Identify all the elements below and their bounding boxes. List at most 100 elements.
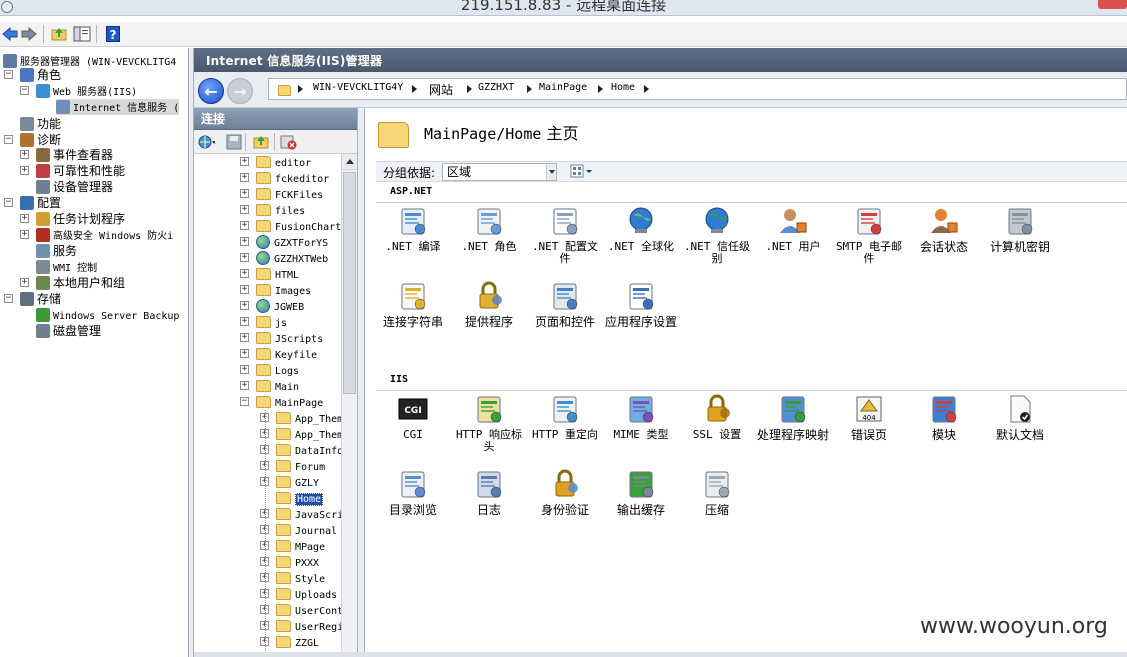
connection-item[interactable]: Journal <box>276 522 337 538</box>
tree-expander[interactable]: + <box>20 278 29 287</box>
pane-splitter[interactable] <box>357 108 365 657</box>
tree-expander[interactable]: + <box>240 269 249 278</box>
tree-expander[interactable]: + <box>240 301 249 310</box>
tree-expander[interactable]: + <box>240 157 249 166</box>
connection-item[interactable]: js <box>256 314 287 330</box>
tree-expander[interactable]: + <box>20 166 29 175</box>
connection-item[interactable]: GZLY <box>276 474 319 490</box>
connection-item[interactable]: App_Them <box>276 410 343 426</box>
tree-expander[interactable]: − <box>240 397 249 406</box>
forward-button[interactable]: → <box>227 78 253 104</box>
feature-logging[interactable]: 日志 <box>451 468 527 516</box>
connection-item[interactable]: fckeditor <box>256 170 329 186</box>
tree-expander[interactable]: − <box>4 294 13 303</box>
feature-dotnet-globalization[interactable]: .NET 全球化 <box>603 205 679 253</box>
tree-expander[interactable]: + <box>20 230 29 239</box>
breadcrumb-item[interactable]: WIN-VEVCKLITG4Y <box>313 82 403 93</box>
connection-item[interactable]: JGWEB <box>256 298 304 314</box>
connection-item[interactable]: MainPage <box>256 394 323 410</box>
connection-item[interactable]: FusionChart <box>256 218 341 234</box>
connection-item[interactable]: UserCont <box>276 602 343 618</box>
connection-item[interactable]: files <box>256 202 305 218</box>
connection-item[interactable]: ZZGL <box>276 634 319 650</box>
feature-authentication[interactable]: 身份验证 <box>527 468 603 516</box>
tree-item[interactable]: Internet 信息服务 ( <box>56 99 180 115</box>
feature-app-settings[interactable]: 应用程序设置 <box>603 280 679 328</box>
feature-dotnet-compile[interactable]: .NET 编译 <box>375 205 451 253</box>
tree-expander[interactable]: − <box>4 70 13 79</box>
tree-expander[interactable]: + <box>240 285 249 294</box>
tree-item[interactable]: 功能 <box>20 116 61 132</box>
tree-item[interactable]: 诊断 <box>20 132 61 148</box>
save-icon[interactable] <box>225 133 243 151</box>
feature-machine-key[interactable]: 计算机密钥 <box>982 205 1058 253</box>
address-breadcrumb[interactable]: WIN-VEVCKLITG4Y 网站 GZZHXT MainPage Home <box>268 78 1127 100</box>
up-level-icon[interactable] <box>252 133 270 151</box>
connection-item[interactable]: PXXX <box>276 554 319 570</box>
tree-item[interactable]: 任务计划程序 <box>36 211 125 227</box>
tree-expander[interactable]: + <box>240 237 249 246</box>
connection-item[interactable]: Uploads <box>276 586 337 602</box>
tree-item[interactable]: 服务 <box>36 243 77 259</box>
breadcrumb-item[interactable]: Home <box>611 82 635 93</box>
tree-expander[interactable]: − <box>20 86 29 95</box>
up-folder-icon[interactable] <box>50 25 68 43</box>
feature-ssl[interactable]: SSL 设置 <box>679 393 755 441</box>
back-arrow-icon[interactable] <box>1 25 19 43</box>
feature-pages-controls[interactable]: 页面和控件 <box>527 280 603 328</box>
breadcrumb-item[interactable]: GZZHXT <box>478 82 514 93</box>
feature-output-caching[interactable]: 输出缓存 <box>603 468 679 516</box>
tree-item[interactable]: 本地用户和组 <box>36 275 125 291</box>
tree-item[interactable]: WMI 控制 <box>36 259 97 275</box>
tree-item[interactable]: 配置 <box>20 195 61 211</box>
connection-item[interactable]: GZZHXTWeb <box>256 250 328 266</box>
feature-handler-mappings[interactable]: 处理程序映射 <box>755 393 831 441</box>
view-mode-icon[interactable] <box>570 164 594 179</box>
connection-item[interactable]: GZXTForYS <box>256 234 328 250</box>
connection-item[interactable]: Images <box>256 282 311 298</box>
feature-session-state[interactable]: 会话状态 <box>906 205 982 253</box>
breadcrumb-item[interactable]: 网站 <box>429 81 453 98</box>
connection-item[interactable]: Home <box>276 490 324 506</box>
connection-item[interactable]: HTML <box>256 266 299 282</box>
connection-item[interactable]: FCKFiles <box>256 186 323 202</box>
feature-http-headers[interactable]: HTTP 响应标头 <box>451 393 527 453</box>
forward-arrow-icon[interactable] <box>20 25 38 43</box>
tree-expander[interactable]: + <box>240 189 249 198</box>
feature-modules[interactable]: 模块 <box>906 393 982 441</box>
back-button[interactable]: ← <box>198 78 224 104</box>
connection-item[interactable]: MPage <box>276 538 325 554</box>
connection-item[interactable]: Style <box>276 570 325 586</box>
connection-item[interactable]: Main <box>256 378 299 394</box>
feature-directory-browsing[interactable]: 目录浏览 <box>375 468 451 516</box>
tree-expander[interactable]: + <box>240 221 249 230</box>
connection-item[interactable]: JScripts <box>256 330 323 346</box>
close-button[interactable] <box>1098 0 1127 9</box>
feature-cgi[interactable]: CGI CGI <box>375 393 451 441</box>
connection-item[interactable]: App_Them <box>276 426 343 442</box>
connection-item[interactable]: Forum <box>276 458 325 474</box>
tree-expander[interactable]: + <box>240 253 249 262</box>
connect-globe-icon[interactable] <box>197 133 215 151</box>
feature-compression[interactable]: 压缩 <box>679 468 755 516</box>
feature-providers[interactable]: 提供程序 <box>451 280 527 328</box>
feature-smtp[interactable]: SMTP 电子邮件 <box>831 205 907 265</box>
feature-default-document[interactable]: 默认文档 <box>982 393 1058 441</box>
tree-expander[interactable]: + <box>240 173 249 182</box>
feature-mime-types[interactable]: MIME 类型 <box>603 393 679 441</box>
feature-error-pages[interactable]: 404 错误页 <box>831 393 907 441</box>
disconnect-icon[interactable] <box>280 133 298 151</box>
tree-expander[interactable]: + <box>240 333 249 342</box>
feature-dotnet-roles[interactable]: .NET 角色 <box>451 205 527 253</box>
show-hide-tree-icon[interactable] <box>73 25 91 43</box>
connection-item[interactable]: UserRegi <box>276 618 343 634</box>
tree-expander[interactable]: + <box>20 150 29 159</box>
feature-http-redirect[interactable]: HTTP 重定向 <box>527 393 603 441</box>
group-by-select[interactable]: 区域 <box>442 163 557 181</box>
connection-item[interactable]: editor <box>256 154 311 170</box>
tree-expander[interactable]: + <box>240 317 249 326</box>
tree-item[interactable]: 设备管理器 <box>36 179 113 195</box>
tree-item[interactable]: 事件查看器 <box>36 147 113 163</box>
feature-dotnet-profile[interactable]: .NET 配置文件 <box>527 205 603 265</box>
help-icon[interactable]: ? <box>104 25 122 43</box>
